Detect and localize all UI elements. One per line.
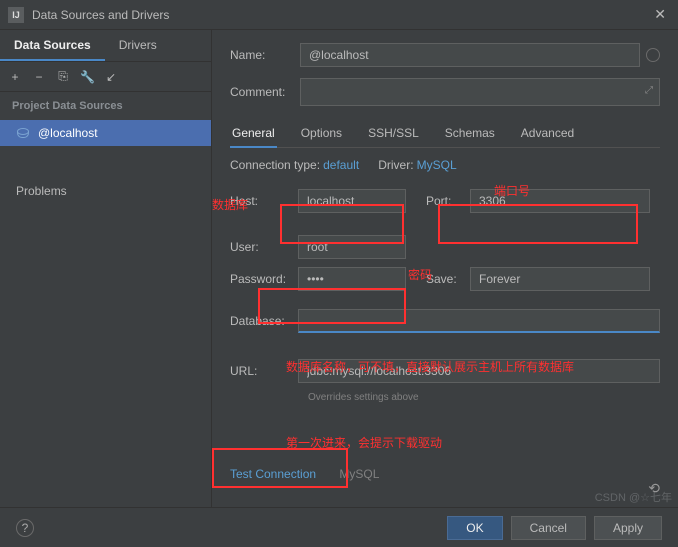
comment-input[interactable]: ⤢ xyxy=(300,78,660,106)
sidebar-problems[interactable]: Problems xyxy=(0,176,211,206)
url-hint: Overrides settings above xyxy=(308,392,660,403)
port-label: Port: xyxy=(426,194,462,208)
tab-advanced[interactable]: Advanced xyxy=(519,120,576,147)
database-label: Database: xyxy=(230,314,290,328)
copy-icon[interactable]: ⎘ xyxy=(56,69,70,84)
tab-sshssl[interactable]: SSH/SSL xyxy=(366,120,421,147)
close-icon[interactable]: ✕ xyxy=(650,6,670,23)
tab-data-sources[interactable]: Data Sources xyxy=(0,30,105,61)
ok-button[interactable]: OK xyxy=(447,516,502,540)
password-input[interactable] xyxy=(298,267,406,291)
wrench-icon[interactable]: 🔧 xyxy=(80,70,94,84)
tab-drivers[interactable]: Drivers xyxy=(105,30,171,61)
sub-tabs: General Options SSH/SSL Schemas Advanced xyxy=(230,120,660,148)
watermark: CSDN @☆七年 xyxy=(595,489,672,505)
test-connection-link[interactable]: Test Connection xyxy=(230,467,316,481)
save-label: Save: xyxy=(426,272,462,286)
user-label: User: xyxy=(230,240,290,254)
driver-label: Driver: xyxy=(378,158,413,172)
user-input[interactable] xyxy=(298,235,406,259)
driver-link[interactable]: MySQL xyxy=(417,158,457,172)
database-icon xyxy=(16,128,30,138)
color-indicator-icon[interactable] xyxy=(646,48,660,62)
password-label: Password: xyxy=(230,272,290,286)
section-project-data-sources: Project Data Sources xyxy=(0,92,211,120)
conn-type-label: Connection type: xyxy=(230,158,320,172)
tree-item-label: @localhost xyxy=(38,126,98,140)
right-panel: Name: Comment: ⤢ General Options SSH/SSL… xyxy=(212,30,678,507)
apply-button[interactable]: Apply xyxy=(594,516,662,540)
left-tab-row: Data Sources Drivers xyxy=(0,30,211,62)
titlebar: IJ Data Sources and Drivers ✕ xyxy=(0,0,678,30)
host-input[interactable] xyxy=(298,189,406,213)
expand-icon[interactable]: ⤢ xyxy=(645,85,653,96)
port-input[interactable] xyxy=(470,189,650,213)
window-title: Data Sources and Drivers xyxy=(32,8,650,22)
name-input[interactable] xyxy=(300,43,640,67)
tree-item-localhost[interactable]: @localhost xyxy=(0,120,211,146)
comment-label: Comment: xyxy=(230,85,300,99)
tab-general[interactable]: General xyxy=(230,120,277,148)
app-icon: IJ xyxy=(8,7,24,23)
url-input[interactable] xyxy=(298,359,660,383)
connection-type-line: Connection type: default Driver: MySQL xyxy=(230,158,660,172)
left-toolbar: + − ⎘ 🔧 ↙ xyxy=(0,62,211,92)
tab-options[interactable]: Options xyxy=(299,120,344,147)
add-icon[interactable]: + xyxy=(8,70,22,84)
save-select[interactable] xyxy=(470,267,650,291)
database-input[interactable] xyxy=(298,309,660,333)
driver-name-text: MySQL xyxy=(339,467,379,481)
revert-icon[interactable]: ↙ xyxy=(104,70,118,84)
url-label: URL: xyxy=(230,364,290,378)
help-icon[interactable]: ? xyxy=(16,519,34,537)
cancel-button[interactable]: Cancel xyxy=(511,516,586,540)
host-label: Host: xyxy=(230,194,290,208)
left-panel: Data Sources Drivers + − ⎘ 🔧 ↙ Project D… xyxy=(0,30,212,507)
conn-type-link[interactable]: default xyxy=(323,158,359,172)
button-bar: ? OK Cancel Apply xyxy=(0,507,678,547)
tab-schemas[interactable]: Schemas xyxy=(443,120,497,147)
remove-icon[interactable]: − xyxy=(32,70,46,84)
name-label: Name: xyxy=(230,48,300,62)
